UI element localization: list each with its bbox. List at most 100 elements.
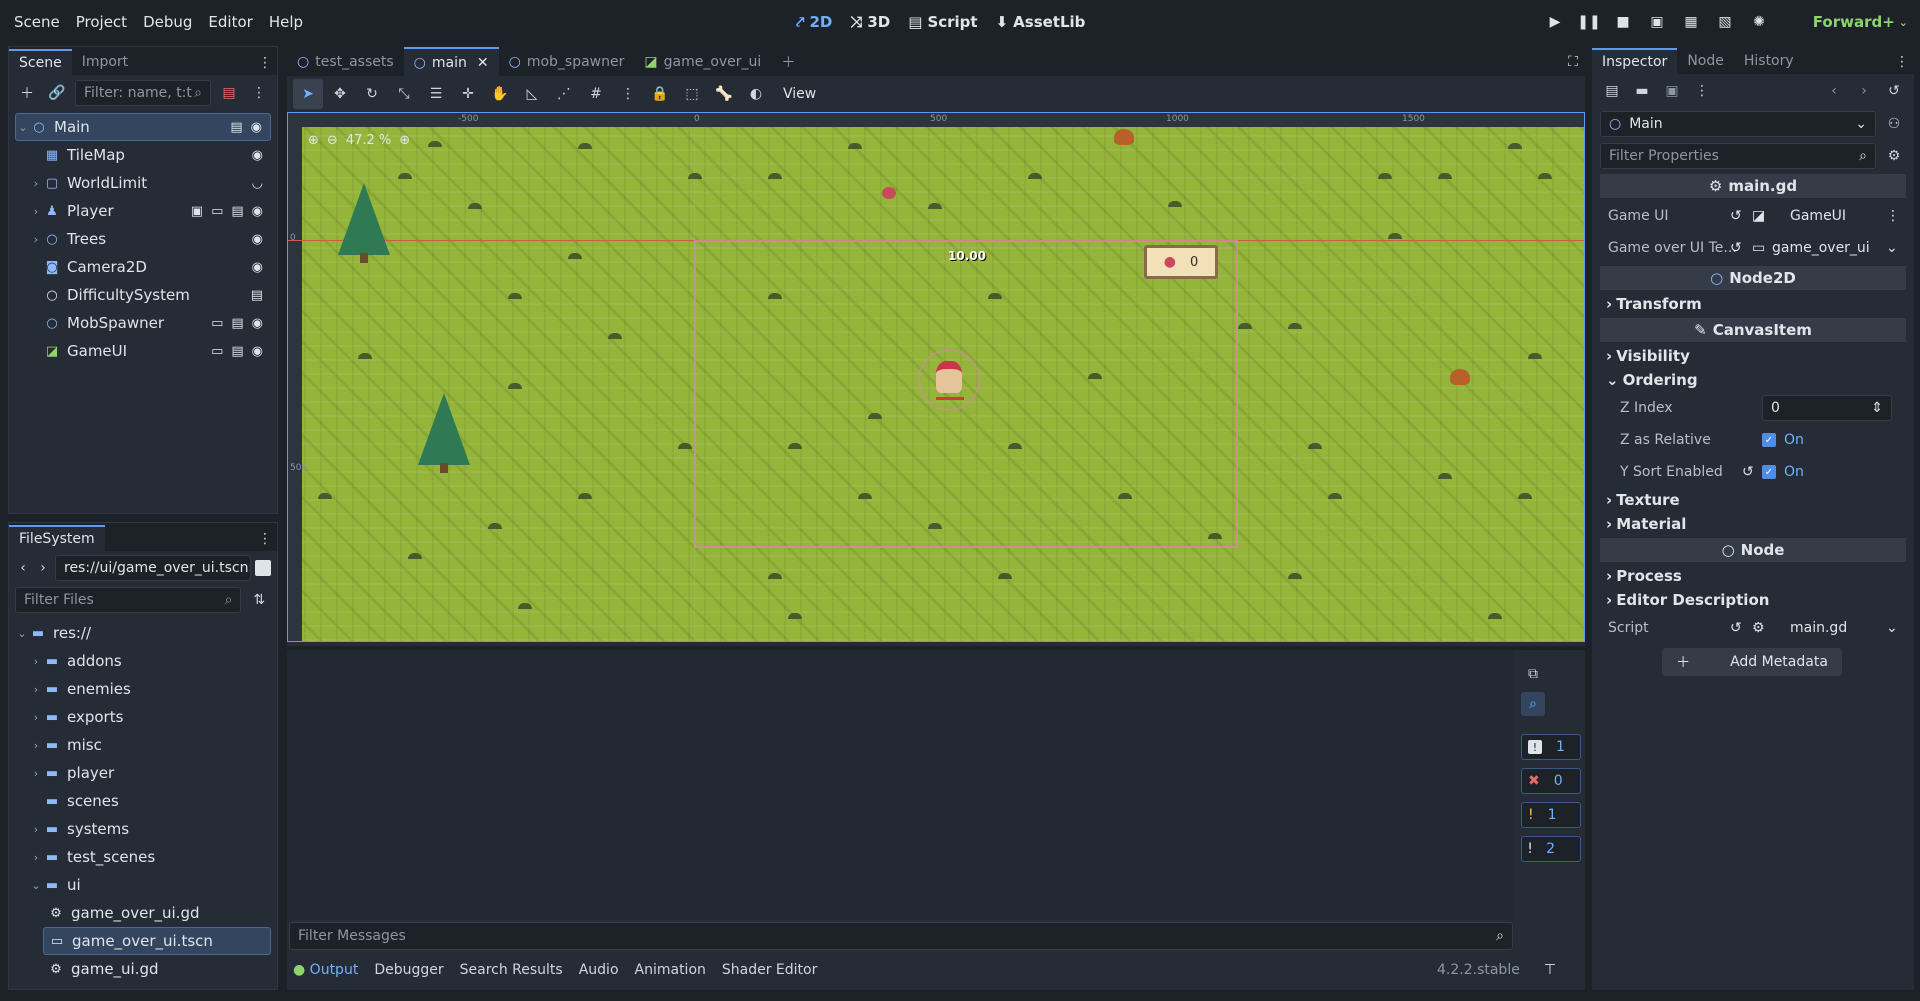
menu-editor[interactable]: Editor bbox=[200, 13, 260, 31]
more-icon[interactable]: ⋮ bbox=[247, 81, 271, 105]
fs-file-game-ui-gd[interactable]: ⚙ game_ui.gd bbox=[15, 955, 271, 983]
workspace-3d[interactable]: ⤨ 3D bbox=[850, 13, 890, 31]
group-icon[interactable]: ▣ bbox=[191, 204, 203, 219]
chevron-down-icon[interactable]: ⌄ bbox=[1886, 620, 1898, 636]
tab-inspector[interactable]: Inspector bbox=[1592, 48, 1678, 74]
fs-folder-scenes[interactable]: ▬ scenes bbox=[15, 787, 271, 815]
visibility-eye-icon[interactable]: ◉ bbox=[252, 204, 263, 219]
dock-menu-icon[interactable]: ⋮ bbox=[253, 51, 277, 75]
canvas-viewport[interactable]: -500 0 500 1000 1500 0 500 ⊕ ⊖ 47.2 % ⊕ bbox=[287, 112, 1585, 642]
menu-debug[interactable]: Debug bbox=[135, 13, 200, 31]
visibility-eye-icon[interactable]: ◉ bbox=[252, 260, 263, 275]
link-icon[interactable]: 🔗 bbox=[45, 81, 69, 105]
player-sprite[interactable] bbox=[936, 361, 962, 393]
visibility-eye-icon[interactable]: ◉ bbox=[251, 120, 262, 135]
script-icon[interactable]: ▤ bbox=[231, 204, 243, 219]
workspace-script[interactable]: ▤ Script bbox=[908, 13, 977, 31]
filter-properties-input[interactable]: Filter Properties ⌕ bbox=[1600, 143, 1876, 169]
group-select-icon[interactable]: ⬚ bbox=[677, 79, 707, 109]
tree-node-trees[interactable]: › ○ Trees ◉ bbox=[15, 225, 271, 253]
game-over-ui-value[interactable]: game_over_ui bbox=[1772, 240, 1870, 256]
path-field[interactable]: res://ui/game_over_ui.tscn bbox=[55, 555, 251, 581]
zoom-out-icon[interactable]: ⊖ bbox=[327, 133, 338, 148]
lock-icon[interactable]: 🔒 bbox=[645, 79, 675, 109]
tab-filesystem[interactable]: FileSystem bbox=[9, 525, 105, 551]
script-icon[interactable]: ▤ bbox=[230, 120, 242, 135]
revert-icon[interactable]: ↺ bbox=[1730, 208, 1742, 224]
play-scene-icon[interactable]: ▦ bbox=[1680, 11, 1702, 33]
tree-node-worldlimit[interactable]: › ▢ WorldLimit ◡ bbox=[15, 169, 271, 197]
snap-options-icon[interactable]: ⋮ bbox=[613, 79, 643, 109]
fs-file-game-over-ui-tscn[interactable]: ▭ game_over_ui.tscn bbox=[43, 927, 271, 955]
smart-snap-icon[interactable]: ⋰ bbox=[549, 79, 579, 109]
stop-icon[interactable]: ■ bbox=[1612, 11, 1634, 33]
tab-debugger[interactable]: Debugger bbox=[374, 962, 443, 978]
script-value[interactable]: main.gd bbox=[1790, 620, 1847, 636]
revert-icon[interactable]: ↺ bbox=[1730, 620, 1742, 636]
dock-menu-icon[interactable]: ⋮ bbox=[1890, 50, 1914, 74]
message-counter[interactable]: ! 1 bbox=[1521, 734, 1581, 760]
zoom-level[interactable]: 47.2 % bbox=[346, 133, 391, 148]
hidden-eye-icon[interactable]: ◡ bbox=[252, 176, 263, 191]
menu-help[interactable]: Help bbox=[261, 13, 311, 31]
history-back-icon[interactable]: ‹ bbox=[1822, 79, 1846, 103]
open-folder-icon[interactable]: ▬ bbox=[1630, 79, 1654, 103]
list-select-icon[interactable]: ☰ bbox=[421, 79, 451, 109]
forward-arrow-icon[interactable]: › bbox=[35, 556, 51, 580]
instance-icon[interactable]: ▭ bbox=[211, 204, 223, 219]
fs-folder-ui[interactable]: ⌄ ▬ ui bbox=[15, 871, 271, 899]
tab-animation[interactable]: Animation bbox=[635, 962, 706, 978]
group-process[interactable]: › Process bbox=[1592, 564, 1914, 588]
script-icon[interactable]: ▤ bbox=[251, 288, 263, 303]
tab-main[interactable]: ○ main ✕ bbox=[403, 47, 499, 76]
add-node-icon[interactable]: ＋ bbox=[15, 81, 39, 105]
tab-mob-spawner[interactable]: ○ mob_spawner bbox=[499, 47, 635, 76]
add-tab-icon[interactable]: ＋ bbox=[771, 47, 805, 76]
center-view-icon[interactable]: ⊕ bbox=[308, 133, 319, 148]
fs-folder-exports[interactable]: › ▬ exports bbox=[15, 703, 271, 731]
instance-icon[interactable]: ▭ bbox=[211, 316, 223, 331]
tab-game-over-ui[interactable]: ◪ game_over_ui bbox=[634, 47, 771, 76]
back-arrow-icon[interactable]: ‹ bbox=[15, 556, 31, 580]
scene-filter-input[interactable]: Filter: name, t:t ⌕ bbox=[75, 80, 211, 106]
pine-tree-sprite[interactable] bbox=[418, 393, 470, 465]
fs-folder-systems[interactable]: › ▬ systems bbox=[15, 815, 271, 843]
pause-icon[interactable]: ❚❚ bbox=[1577, 11, 1600, 33]
rotate-tool-icon[interactable]: ↻ bbox=[357, 79, 387, 109]
grid-snap-icon[interactable]: # bbox=[581, 79, 611, 109]
pan-tool-icon[interactable]: ✋ bbox=[485, 79, 515, 109]
renderer-selector[interactable]: Forward+ ⌄ bbox=[1813, 0, 1908, 44]
script-attach-icon[interactable]: ▤ bbox=[217, 81, 241, 105]
node2d-section-header[interactable]: ○ Node2D bbox=[1600, 266, 1906, 290]
fs-folder-enemies[interactable]: › ▬ enemies bbox=[15, 675, 271, 703]
chevron-down-icon[interactable]: ⌄ bbox=[1886, 240, 1898, 256]
scale-tool-icon[interactable]: ⤡ bbox=[389, 79, 419, 109]
more-icon[interactable]: ⋮ bbox=[1886, 208, 1900, 224]
tree-node-mobspawner[interactable]: ○ MobSpawner ▭ ▤ ◉ bbox=[15, 309, 271, 337]
tab-shader-editor[interactable]: Shader Editor bbox=[722, 962, 817, 978]
editor-counter[interactable]: ǃ2 bbox=[1521, 836, 1581, 862]
filter-messages-input[interactable]: Filter Messages ⌕ bbox=[289, 922, 1513, 950]
mob-sprite[interactable] bbox=[1450, 369, 1470, 385]
script-icon[interactable]: ▤ bbox=[231, 316, 243, 331]
history-forward-icon[interactable]: › bbox=[1852, 79, 1876, 103]
object-selector[interactable]: ○ Main ⌄ bbox=[1600, 111, 1876, 137]
workspace-assetlib[interactable]: ⬇ AssetLib bbox=[996, 13, 1086, 31]
dock-menu-icon[interactable]: ⋮ bbox=[253, 527, 277, 551]
visibility-eye-icon[interactable]: ◉ bbox=[252, 148, 263, 163]
fs-folder-test-scenes[interactable]: › ▬ test_scenes bbox=[15, 843, 271, 871]
tree-node-gameui[interactable]: ◪ GameUI ▭ ▤ ◉ bbox=[15, 337, 271, 365]
revert-icon[interactable]: ↺ bbox=[1730, 240, 1742, 256]
camera-override-icon[interactable]: ◐ bbox=[741, 79, 771, 109]
group-editor-description[interactable]: › Editor Description bbox=[1592, 588, 1914, 612]
menu-scene[interactable]: Scene bbox=[6, 13, 68, 31]
ruler-tool-icon[interactable]: ◺ bbox=[517, 79, 547, 109]
save-icon[interactable]: ▣ bbox=[1660, 79, 1684, 103]
mob-sprite[interactable] bbox=[882, 187, 896, 199]
canvasitem-section-header[interactable]: ✎ CanvasItem bbox=[1600, 318, 1906, 342]
tab-output[interactable]: ● Output bbox=[293, 962, 358, 978]
mob-sprite[interactable] bbox=[1114, 129, 1134, 145]
play-custom-scene-icon[interactable]: ▧ bbox=[1714, 11, 1736, 33]
movie-maker-icon[interactable]: ✺ bbox=[1748, 11, 1770, 33]
node-config-icon[interactable]: ⚇ bbox=[1882, 112, 1906, 136]
